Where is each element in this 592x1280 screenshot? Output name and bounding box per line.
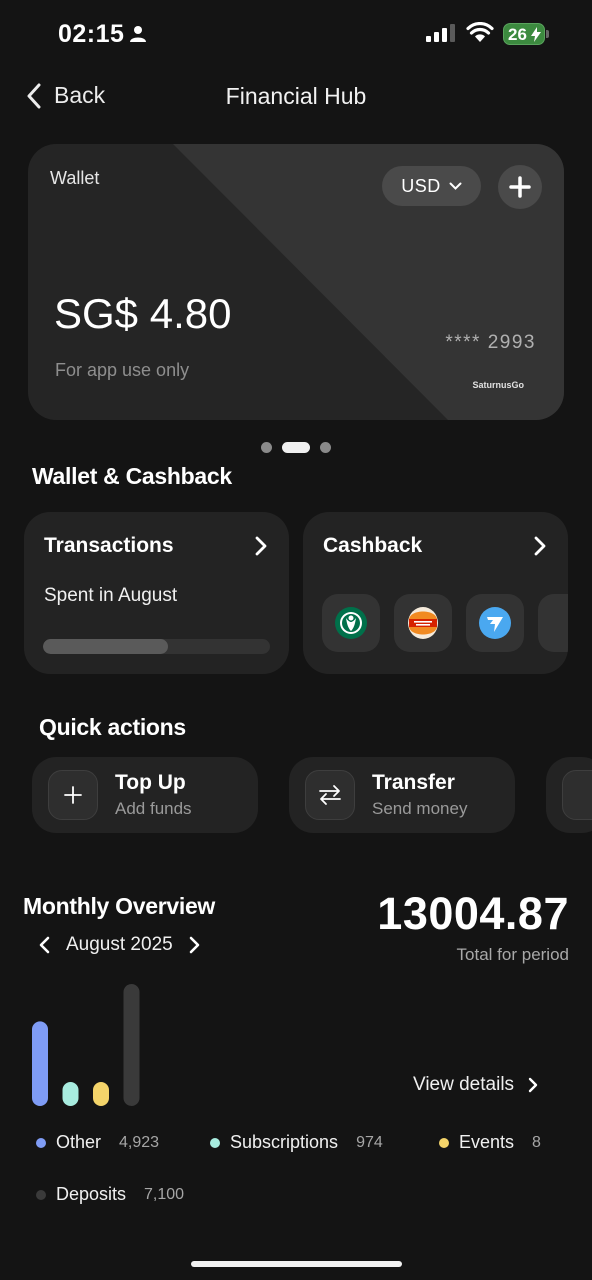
- nav-bar: Back Financial Hub: [0, 72, 592, 122]
- monthly-bar-chart: [32, 984, 140, 1106]
- battery-icon: 26: [503, 23, 545, 45]
- chevron-right-icon[interactable]: [534, 536, 546, 556]
- spending-progress-bar: [43, 639, 270, 654]
- quick-action-icon: [562, 770, 592, 820]
- battery-level: 26: [508, 25, 527, 44]
- chevron-right-icon: [528, 1077, 538, 1093]
- battery-cap: [546, 30, 549, 38]
- legend-name: Subscriptions: [230, 1132, 339, 1152]
- page-title: Financial Hub: [225, 83, 367, 109]
- wallet-balance: SG$ 4.80: [54, 290, 232, 337]
- transfer-subtitle: Send money: [372, 799, 468, 818]
- section-title-wallet-cashback: Wallet & Cashback: [32, 463, 232, 489]
- transactions-card[interactable]: Transactions Spent in August: [24, 512, 289, 674]
- chevron-right-icon[interactable]: [189, 936, 201, 954]
- bar-subscriptions: [62, 1082, 79, 1106]
- carousel-dot-active[interactable]: [282, 442, 310, 453]
- plus-icon: [509, 176, 531, 198]
- transfer-button[interactable]: Transfer Send money: [289, 757, 515, 833]
- wallet-card[interactable]: Wallet USD SG$ 4.80 For app use only ***…: [28, 144, 564, 420]
- legend-item-events: Events 8: [439, 1132, 541, 1153]
- carousel-dot[interactable]: [261, 442, 272, 453]
- legend-dot: [210, 1137, 220, 1148]
- legend-item-deposits: Deposits 7,100: [36, 1184, 184, 1205]
- chevron-left-icon[interactable]: [38, 936, 50, 954]
- chevron-down-icon: [449, 182, 462, 190]
- status-time: 02:15: [58, 20, 125, 48]
- cashback-card[interactable]: Cashback: [303, 512, 568, 674]
- period-total: 13004.87: [377, 888, 569, 939]
- view-details-button[interactable]: View details: [413, 1074, 538, 1096]
- bar-events: [93, 1082, 109, 1106]
- person-icon: [130, 26, 146, 42]
- plus-icon: [48, 770, 98, 820]
- starbucks-logo-icon[interactable]: [322, 594, 380, 652]
- legend-item-subscriptions: Subscriptions 974: [210, 1132, 383, 1153]
- currency-label: USD: [401, 175, 441, 196]
- period-total-label: Total for period: [456, 945, 569, 964]
- add-card-button[interactable]: [498, 165, 542, 209]
- legend-name: Other: [56, 1132, 102, 1152]
- view-details-label: View details: [413, 1074, 515, 1095]
- wise-logo-icon[interactable]: [466, 594, 524, 652]
- legend-name: Deposits: [56, 1184, 127, 1204]
- merchant-logo-partial[interactable]: [538, 594, 568, 652]
- bar-other: [32, 1021, 48, 1106]
- chevron-right-icon[interactable]: [255, 536, 267, 556]
- month-label: August 2025: [66, 934, 173, 955]
- legend-value: 7,100: [144, 1185, 185, 1203]
- cellular-signal-icon: [426, 24, 455, 42]
- top-up-subtitle: Add funds: [115, 799, 192, 818]
- wifi-icon: [466, 22, 494, 42]
- carousel-pagination[interactable]: [0, 442, 592, 453]
- status-bar: 02:15 26: [0, 0, 592, 72]
- top-up-button[interactable]: Top Up Add funds: [32, 757, 258, 833]
- spending-progress-fill: [43, 639, 168, 654]
- legend-value: 974: [356, 1133, 383, 1151]
- card-brand-logo: SaturnusGo: [472, 380, 524, 390]
- month-selector: August 2025: [38, 934, 201, 956]
- legend-dot: [36, 1189, 46, 1200]
- charging-bolt-icon: [531, 27, 541, 42]
- transactions-title: Transactions: [44, 534, 174, 557]
- legend-name: Events: [459, 1132, 515, 1152]
- wallet-note: For app use only: [55, 360, 190, 380]
- currency-selector[interactable]: USD: [382, 166, 481, 206]
- home-indicator: [191, 1261, 402, 1267]
- wallet-label: Wallet: [50, 168, 100, 188]
- legend-value: 8: [532, 1133, 541, 1151]
- transfer-title: Transfer: [372, 771, 455, 794]
- section-title-monthly-overview: Monthly Overview: [23, 893, 216, 919]
- legend-value: 4,923: [119, 1133, 160, 1151]
- cashback-title: Cashback: [323, 534, 423, 557]
- card-number: **** 2993: [445, 332, 536, 353]
- burger-king-logo-icon[interactable]: [394, 594, 452, 652]
- top-up-title: Top Up: [115, 771, 186, 794]
- section-title-quick-actions: Quick actions: [39, 714, 186, 740]
- quick-action-partial[interactable]: [546, 757, 592, 833]
- transfer-arrows-icon: [305, 770, 355, 820]
- legend-dot: [439, 1137, 449, 1148]
- transactions-subtitle: Spent in August: [44, 585, 178, 606]
- legend-item-other: Other 4,923: [36, 1132, 159, 1153]
- carousel-dot[interactable]: [320, 442, 331, 453]
- bar-deposits: [123, 984, 140, 1106]
- legend-dot: [36, 1137, 46, 1148]
